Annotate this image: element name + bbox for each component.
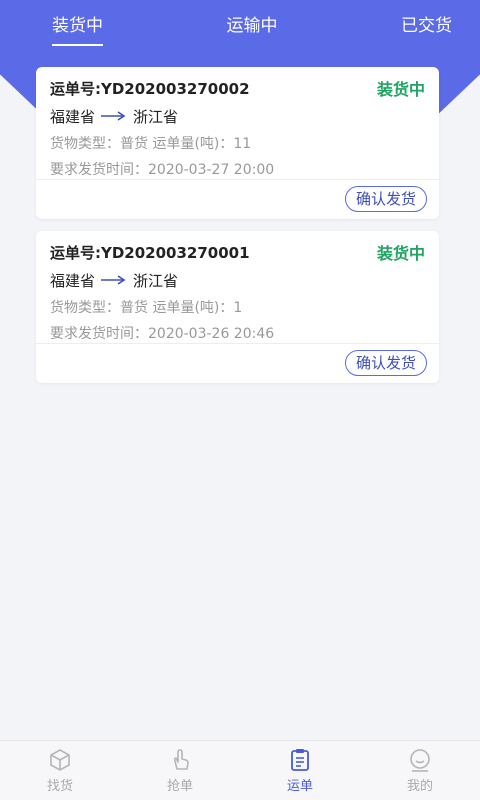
- order-number: 运单号:YD202003270001: [50, 243, 250, 262]
- order-card[interactable]: 运单号:YD202003270002 装货中 福建省 浙江省 货物类型：普货 运…: [36, 67, 439, 219]
- order-list: 运单号:YD202003270002 装货中 福建省 浙江省 货物类型：普货 运…: [36, 67, 439, 395]
- route: 福建省 浙江省: [50, 105, 425, 127]
- cargo-info: 货物类型：普货 运单量(吨)：1: [50, 300, 243, 316]
- destination-province: 浙江省: [133, 271, 179, 290]
- nav-find-goods[interactable]: 找货: [20, 747, 100, 794]
- nav-label: 找货: [46, 779, 73, 794]
- destination-province: 浙江省: [133, 107, 179, 126]
- divider: [36, 179, 439, 180]
- route: 福建省 浙江省: [50, 269, 425, 291]
- nav-label: 我的: [406, 779, 433, 794]
- divider: [36, 343, 439, 344]
- arrow-right-icon: [101, 111, 126, 121]
- confirm-shipment-button[interactable]: 确认发货: [344, 350, 427, 376]
- status-tabs: 装货中 运输中 已交货: [0, 0, 480, 56]
- tab-loading[interactable]: 装货中: [52, 0, 103, 56]
- hand-tap-icon: [173, 749, 189, 770]
- origin-province: 福建省: [50, 107, 96, 126]
- nav-waybill[interactable]: 运单: [260, 747, 340, 794]
- ship-time: 要求发货时间：2020-03-26 20:46: [50, 326, 275, 342]
- order-number: 运单号:YD202003270002: [50, 79, 250, 98]
- tab-delivered[interactable]: 已交货: [401, 0, 452, 56]
- status-badge: 装货中: [376, 80, 425, 99]
- origin-province: 福建省: [50, 271, 96, 290]
- app-screen: 装货中 运输中 已交货 运单号:YD202003270002 装货中 福建省 浙…: [0, 0, 480, 800]
- status-badge: 装货中: [376, 244, 425, 263]
- nav-mine[interactable]: 我的: [380, 747, 460, 794]
- tab-in-transit[interactable]: 运输中: [227, 0, 278, 56]
- arrow-right-icon: [101, 275, 126, 285]
- order-card[interactable]: 运单号:YD202003270001 装货中 福建省 浙江省 货物类型：普货 运…: [36, 231, 439, 383]
- box-icon: [50, 749, 70, 771]
- smile-icon: [410, 749, 430, 772]
- bottom-nav: 找货 抢单 运单 我的: [0, 740, 480, 800]
- cargo-info: 货物类型：普货 运单量(吨)：11: [50, 136, 252, 152]
- clipboard-icon: [291, 749, 309, 771]
- ship-time: 要求发货时间：2020-03-27 20:00: [50, 162, 275, 178]
- nav-grab-order[interactable]: 抢单: [140, 747, 220, 794]
- nav-label: 运单: [286, 779, 313, 794]
- confirm-shipment-button[interactable]: 确认发货: [344, 186, 427, 212]
- nav-label: 抢单: [166, 779, 193, 794]
